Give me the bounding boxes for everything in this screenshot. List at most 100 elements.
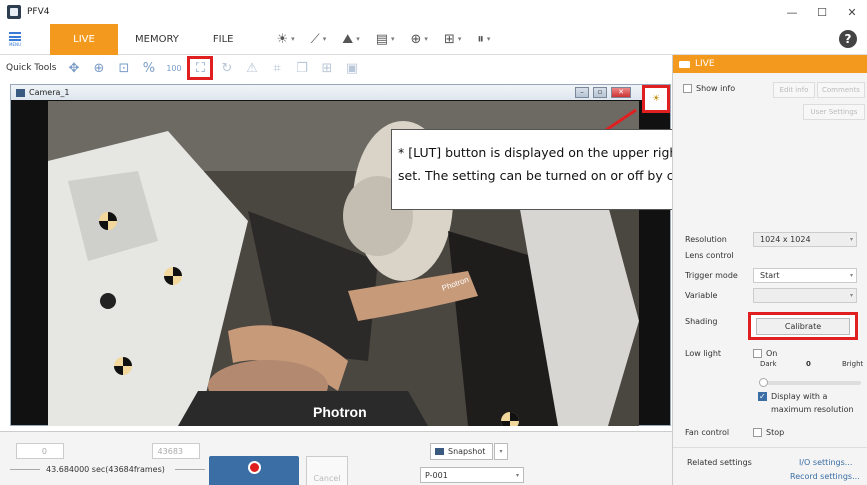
- sun-icon: ☀: [276, 31, 289, 47]
- snapshot-name-dropdown[interactable]: P-001 ▾: [420, 467, 524, 483]
- display-dropdown[interactable]: ▤ ▾: [376, 32, 395, 47]
- variable-row: Variable ▾: [673, 288, 867, 303]
- low-light-checkbox[interactable]: On: [753, 349, 777, 358]
- io-settings-link[interactable]: I/O settings...: [799, 458, 852, 467]
- resolution-dropdown[interactable]: 1024 x 1024 ▾: [753, 232, 857, 247]
- duration-label: 43.684000 sec(43684frames): [46, 465, 165, 474]
- crop-icon[interactable]: ⌗: [265, 57, 288, 79]
- close-button[interactable]: ✕: [837, 0, 867, 24]
- menu-button[interactable]: MENU: [0, 24, 30, 55]
- snapshot-label: Snapshot: [448, 447, 486, 456]
- menu-label: MENU: [9, 41, 21, 47]
- camera-close-button[interactable]: ✕: [611, 87, 631, 98]
- resolution-row: Resolution 1024 x 1024 ▾: [673, 232, 867, 247]
- low-light-slider[interactable]: [759, 378, 861, 387]
- range-line-left: [10, 469, 40, 470]
- minimize-button[interactable]: —: [777, 0, 807, 24]
- lens-control-row[interactable]: Lens control: [673, 251, 867, 260]
- zoom-region-icon[interactable]: ⊡: [112, 57, 135, 79]
- related-settings-row: Related settings I/O settings...: [673, 458, 867, 467]
- low-light-on-label: On: [766, 349, 778, 358]
- record-icon: [247, 461, 261, 474]
- checkbox-checked-icon: [758, 390, 767, 403]
- grid-dropdown[interactable]: ⊞ ▾: [444, 32, 461, 47]
- tab-file[interactable]: FILE: [196, 24, 251, 55]
- hamburger-icon: [9, 31, 21, 41]
- slider-thumb[interactable]: [759, 378, 768, 387]
- fullscreen-icon[interactable]: ▣: [340, 57, 363, 79]
- variable-label: Variable: [685, 291, 718, 300]
- quick-tools-bar: Quick Tools ✥ ⊕ ⊡ % 100 ⛶ ↻ ⚠ ⌗ ❐ ⊞ ▣: [0, 55, 672, 81]
- resolution-value: 1024 x 1024: [760, 235, 811, 244]
- tab-memory[interactable]: MEMORY: [118, 24, 196, 55]
- split-view-icon[interactable]: ⊞: [315, 57, 338, 79]
- layer-icon[interactable]: ❐: [290, 57, 313, 79]
- camera-restore-button[interactable]: ▫: [593, 87, 607, 98]
- panel-divider: [673, 447, 867, 448]
- fan-control-row: Fan control Stop: [673, 428, 867, 437]
- chevron-down-icon: ▾: [515, 471, 519, 479]
- panel-header: LIVE: [673, 55, 867, 73]
- app-logo-icon: [7, 5, 21, 19]
- target-dropdown[interactable]: ⊕ ▾: [411, 32, 428, 47]
- record-button[interactable]: [209, 456, 299, 485]
- curve-tool-dropdown[interactable]: ⟋ ▾: [311, 32, 327, 47]
- bright-label: Bright: [842, 360, 864, 368]
- chevron-down-icon: ▾: [849, 236, 853, 243]
- trigger-mode-row: Trigger mode Start ▾: [673, 268, 867, 283]
- shading-label: Shading: [685, 317, 718, 326]
- title-bar: PFV4 — ☐ ✕: [0, 0, 867, 24]
- camera-icon: [679, 60, 690, 68]
- camera-minimize-button[interactable]: –: [575, 87, 589, 98]
- calibrate-button[interactable]: Calibrate: [756, 317, 850, 335]
- checkbox-icon: [753, 349, 762, 358]
- zoom-in-icon[interactable]: ⊕: [87, 57, 110, 79]
- zoom-100-button[interactable]: 100: [162, 57, 185, 79]
- low-light-label: Low light: [685, 349, 722, 358]
- quick-tools-label: Quick Tools: [6, 63, 57, 73]
- resolution-label: Resolution: [685, 235, 727, 244]
- flip-icon[interactable]: ⚠: [240, 57, 263, 79]
- calibrate-button-highlight: Calibrate: [748, 312, 858, 340]
- histogram-icon: ⛰: [342, 31, 354, 47]
- histogram-dropdown[interactable]: ⛰ ▾: [342, 32, 359, 47]
- snapshot-button[interactable]: Snapshot: [430, 443, 493, 460]
- tab-live[interactable]: LIVE: [50, 23, 118, 55]
- record-settings-link[interactable]: Record settings...: [790, 472, 860, 481]
- dark-label: Dark: [760, 360, 777, 368]
- display-max-label: Display with a maximum resolution: [771, 392, 854, 414]
- lens-control-label: Lens control: [685, 251, 734, 260]
- percent-zoom-button[interactable]: %: [137, 57, 160, 79]
- fan-stop-checkbox[interactable]: Stop: [753, 428, 784, 437]
- show-info-checkbox[interactable]: Show info: [673, 84, 735, 93]
- end-frame-field[interactable]: 43683: [152, 443, 200, 459]
- snapshot-name-value: P-001: [425, 470, 448, 480]
- lut-button[interactable]: ☀: [642, 85, 670, 113]
- fit-to-window-icon[interactable]: ⛶: [187, 56, 214, 80]
- panel-title: LIVE: [695, 59, 715, 69]
- trigger-mode-value: Start: [760, 271, 780, 280]
- edit-info-button[interactable]: Edit info: [773, 82, 815, 98]
- target-icon: ⊕: [410, 31, 422, 47]
- help-icon[interactable]: ?: [839, 30, 857, 48]
- lut-settings-dropdown[interactable]: ☀ ▾: [276, 32, 294, 47]
- trigger-mode-dropdown[interactable]: Start ▾: [753, 268, 857, 283]
- pan-icon[interactable]: ✥: [62, 57, 85, 79]
- variable-dropdown[interactable]: ▾: [753, 288, 857, 303]
- rotate-icon[interactable]: ↻: [215, 57, 238, 79]
- start-frame-field[interactable]: 0: [16, 443, 64, 459]
- range-line-right: [175, 469, 205, 470]
- user-settings-button[interactable]: User Settings: [803, 104, 865, 120]
- live-settings-panel: LIVE Show info Edit info Comments User S…: [672, 55, 867, 485]
- camera-title-bar: Camera_1: [11, 85, 670, 100]
- menu-bar: MENU LIVE MEMORY FILE ☀ ▾ ⟋ ▾ ⛰ ▾ ▤ ▾ ⊕ ▾ ⊞ ▾ …: [0, 23, 867, 55]
- comments-button[interactable]: Comments: [817, 82, 865, 98]
- pause-dropdown[interactable]: ⏸ ▾: [477, 32, 490, 47]
- display-max-checkbox[interactable]: Display with a maximum resolution: [758, 390, 863, 416]
- snapshot-dropdown[interactable]: ▾: [494, 443, 508, 460]
- chevron-down-icon: ▾: [849, 292, 853, 299]
- maximize-button[interactable]: ☐: [807, 0, 837, 24]
- display-icon: ▤: [375, 31, 388, 47]
- cancel-button[interactable]: Cancel: [306, 456, 348, 485]
- fan-control-label: Fan control: [685, 428, 730, 437]
